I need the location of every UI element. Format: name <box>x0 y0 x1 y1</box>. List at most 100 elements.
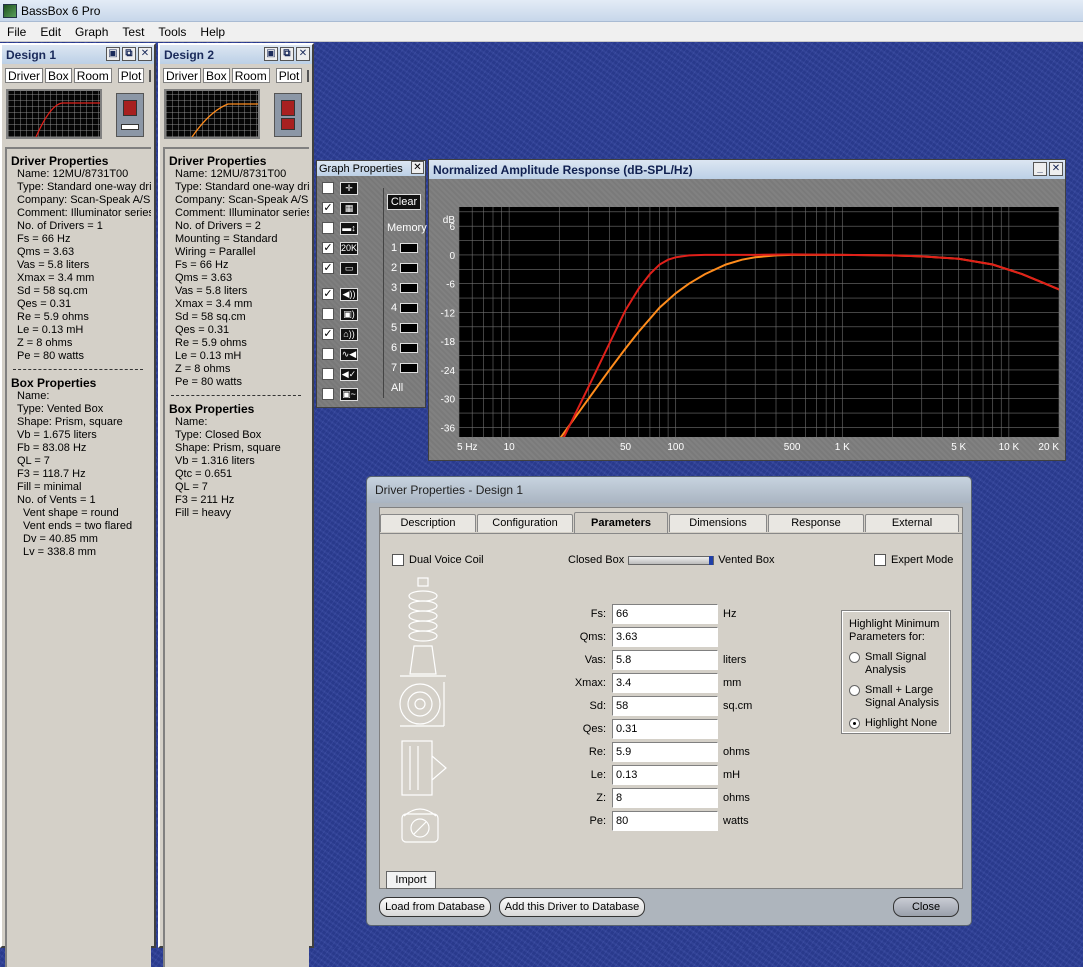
small-large-signal-radio-row[interactable]: Small + Large Signal Analysis <box>843 684 949 710</box>
box-response-icon[interactable]: ▣) <box>340 307 358 321</box>
tab-response[interactable]: Response <box>768 514 864 532</box>
design-tab-driver[interactable]: Driver <box>5 68 43 83</box>
small-large-signal-radio[interactable] <box>849 685 860 696</box>
memory-slot[interactable]: 1 <box>391 242 419 254</box>
menu-graph[interactable]: Graph <box>68 25 115 39</box>
memory-slot-box[interactable] <box>400 283 419 293</box>
close-icon[interactable]: ✕ <box>296 47 310 61</box>
menu-tools[interactable]: Tools <box>151 25 193 39</box>
parameters-tab-body: Dual Voice Coil Closed Box Vented Box Ex… <box>380 533 962 889</box>
mini-response-graph[interactable] <box>164 89 260 139</box>
graph-option-checkbox[interactable] <box>322 182 334 194</box>
small-signal-radio[interactable] <box>849 652 860 663</box>
clear-button[interactable]: Clear <box>387 194 421 210</box>
dual-voice-coil-checkbox[interactable] <box>392 554 404 566</box>
add-driver-to-database-button[interactable]: Add this Driver to Database <box>499 897 645 917</box>
plot-button[interactable]: Plot <box>117 68 145 83</box>
graph-option-checkbox[interactable] <box>322 388 334 400</box>
mini-response-graph[interactable] <box>6 89 102 139</box>
speaker-eq-icon[interactable]: ◀✓ <box>340 367 358 381</box>
plot-button[interactable]: Plot <box>275 68 303 83</box>
trace-icon[interactable]: ▭ <box>340 261 358 275</box>
graph-option-checkbox[interactable] <box>322 348 334 360</box>
highlight-none-radio-row[interactable]: Highlight None <box>843 717 949 730</box>
graph-option-checkbox[interactable]: ✓ <box>322 242 334 254</box>
qes-input[interactable] <box>612 719 718 739</box>
sd-input[interactable] <box>612 696 718 716</box>
memory-slot-box[interactable] <box>400 303 419 313</box>
fs-input[interactable] <box>612 604 718 624</box>
memory-slot[interactable]: 7 <box>391 362 419 374</box>
slider-thumb[interactable] <box>709 555 714 565</box>
memory-slot[interactable]: 2 <box>391 262 419 274</box>
box-eq-icon[interactable]: ▣~ <box>340 387 358 401</box>
graph-option-checkbox[interactable] <box>322 308 334 320</box>
room-response-icon[interactable]: ⌂)) <box>340 327 358 341</box>
graph-option-checkbox[interactable] <box>322 222 334 234</box>
highlight-none-radio[interactable] <box>849 718 860 729</box>
memory-slot[interactable]: 5 <box>391 322 419 334</box>
vented-box-icon[interactable] <box>116 93 144 137</box>
graph-option-checkbox[interactable]: ✓ <box>322 202 334 214</box>
tab-external[interactable]: External <box>865 514 959 532</box>
le-input[interactable] <box>612 765 718 785</box>
design-tab-room[interactable]: Room <box>231 68 270 83</box>
import-button[interactable]: Import <box>386 871 436 889</box>
grid-icon[interactable]: ▦ <box>340 201 358 215</box>
tab-parameters[interactable]: Parameters <box>574 512 668 533</box>
menu-file[interactable]: File <box>0 25 33 39</box>
plot-color-swatch[interactable] <box>149 69 152 82</box>
speaker-anechoic-icon[interactable]: ◀)) <box>340 287 358 301</box>
memory-all-button[interactable]: All <box>391 382 403 394</box>
minimize-icon[interactable]: _ <box>1033 162 1047 176</box>
graph-option-checkbox[interactable]: ✓ <box>322 328 334 340</box>
design-tab-box[interactable]: Box <box>203 68 230 83</box>
memory-slot-box[interactable] <box>400 243 419 253</box>
graph-option-checkbox[interactable]: ✓ <box>322 288 334 300</box>
vas-input[interactable] <box>612 650 718 670</box>
design-tab-box[interactable]: Box <box>45 68 72 83</box>
tab-configuration[interactable]: Configuration <box>477 514 573 532</box>
save-icon[interactable]: ▣ <box>106 47 120 61</box>
copy-icon[interactable]: ⧉ <box>280 47 294 61</box>
memory-slot-box[interactable] <box>400 343 419 353</box>
menu-test[interactable]: Test <box>115 25 151 39</box>
memory-slot[interactable]: 6 <box>391 342 419 354</box>
y-tick-label: -18 <box>441 337 456 348</box>
closed-box-icon[interactable] <box>274 93 302 137</box>
re-input[interactable] <box>612 742 718 762</box>
box-type-slider[interactable] <box>628 555 715 565</box>
menu-edit[interactable]: Edit <box>33 25 68 39</box>
close-icon[interactable]: ✕ <box>411 161 424 174</box>
close-icon[interactable]: ✕ <box>1049 162 1063 176</box>
design-tab-driver[interactable]: Driver <box>163 68 201 83</box>
qms-input[interactable] <box>612 627 718 647</box>
close-icon[interactable]: ✕ <box>138 47 152 61</box>
plot-color-swatch[interactable] <box>307 69 310 82</box>
memory-slot-box[interactable] <box>400 363 419 373</box>
design-panel-2: Design 2 ▣ ⧉ ✕ Driver Box Room Plot Driver Prope… <box>158 43 314 967</box>
tab-description[interactable]: Description <box>380 514 476 532</box>
small-signal-radio-row[interactable]: Small Signal Analysis <box>843 651 949 677</box>
memory-slot[interactable]: 4 <box>391 302 419 314</box>
memory-slot-box[interactable] <box>400 323 419 333</box>
crosshair-icon[interactable]: ✛ <box>340 181 358 195</box>
save-icon[interactable]: ▣ <box>264 47 278 61</box>
menu-help[interactable]: Help <box>193 25 232 39</box>
xmax-input[interactable] <box>612 673 718 693</box>
copy-icon[interactable]: ⧉ <box>122 47 136 61</box>
graph-option-checkbox[interactable]: ✓ <box>322 262 334 274</box>
pe-input[interactable] <box>612 811 718 831</box>
graph-option-checkbox[interactable] <box>322 368 334 380</box>
close-button[interactable]: Close <box>893 897 959 917</box>
expert-mode-checkbox[interactable] <box>874 554 886 566</box>
tab-dimensions[interactable]: Dimensions <box>669 514 767 532</box>
memory-slot-box[interactable] <box>400 263 419 273</box>
z-input[interactable] <box>612 788 718 808</box>
load-from-database-button[interactable]: Load from Database <box>379 897 491 917</box>
vertical-scale-icon[interactable]: ▬↕ <box>340 221 358 235</box>
design-tab-room[interactable]: Room <box>73 68 112 83</box>
crossover-icon[interactable]: ∿◀ <box>340 347 358 361</box>
frequency-20k-icon[interactable]: 20K <box>340 241 358 255</box>
memory-slot[interactable]: 3 <box>391 282 419 294</box>
